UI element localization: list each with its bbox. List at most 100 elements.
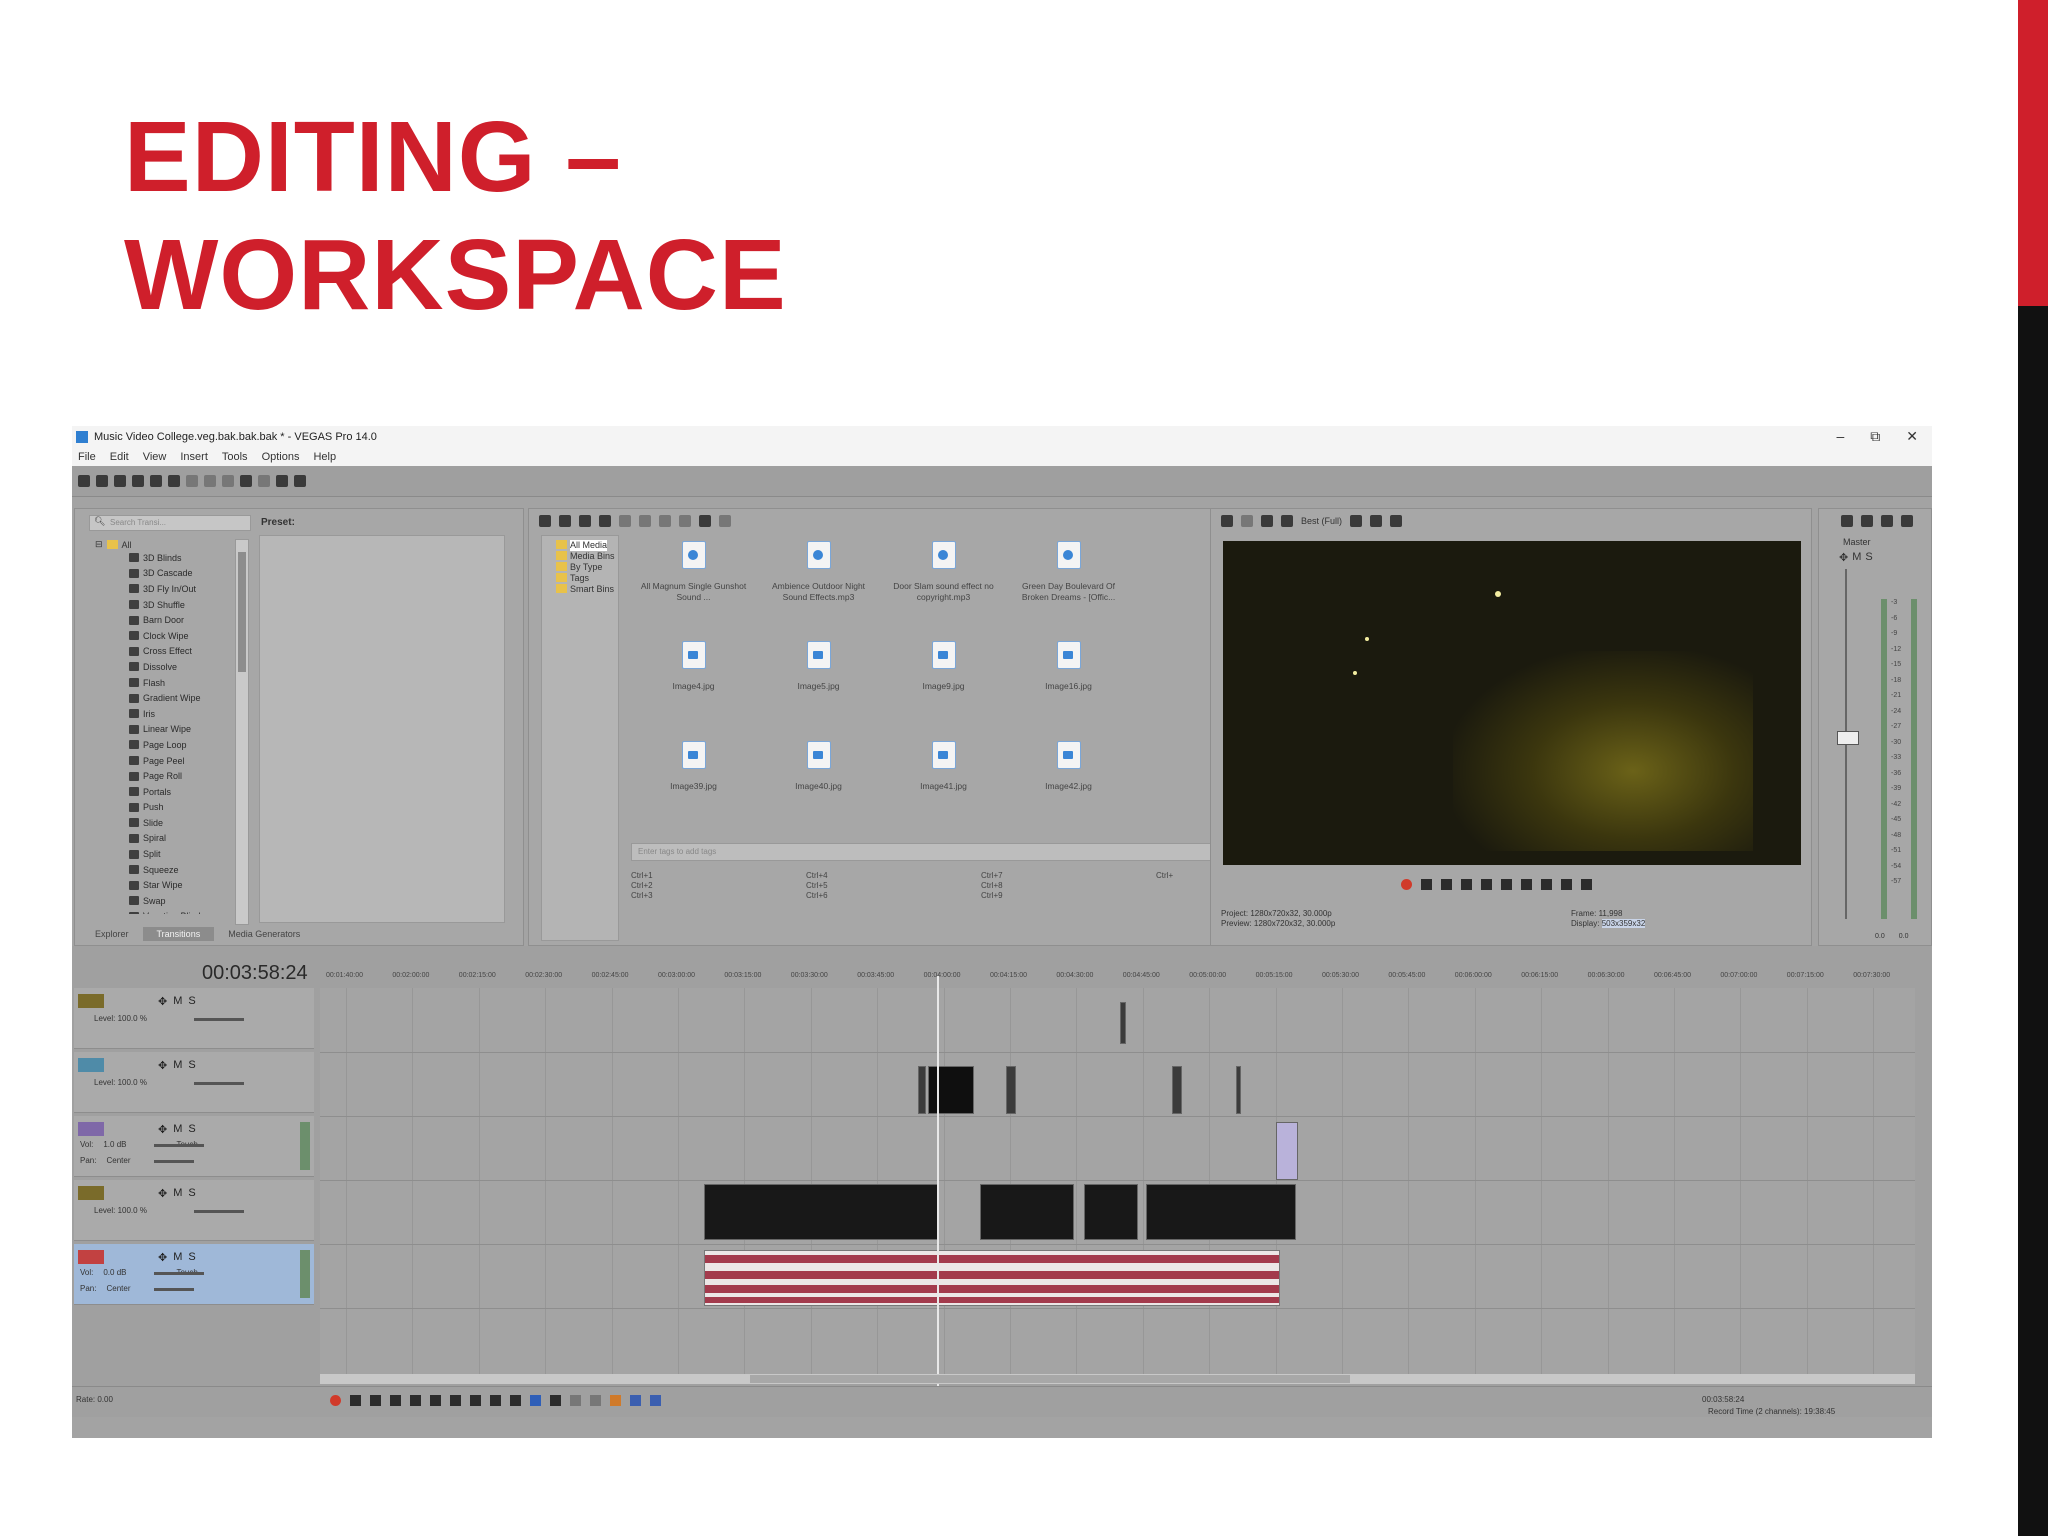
undo-icon[interactable]: [240, 475, 252, 487]
mute-button[interactable]: M: [173, 1123, 182, 1135]
media-item[interactable]: Image41.jpg: [881, 731, 1006, 827]
loop-icon[interactable]: [350, 1395, 361, 1406]
solo-button[interactable]: S: [188, 1187, 195, 1199]
video-clip[interactable]: [704, 1184, 938, 1240]
transition-item[interactable]: 3D Shuffle: [129, 597, 231, 613]
menu-insert[interactable]: Insert: [180, 451, 208, 463]
play-icon[interactable]: [390, 1395, 401, 1406]
open-icon[interactable]: [96, 475, 108, 487]
media-item[interactable]: Image5.jpg: [756, 631, 881, 727]
prev-frame-icon[interactable]: [1561, 879, 1572, 890]
transition-item[interactable]: Star Wipe: [129, 877, 231, 893]
redo-icon[interactable]: [258, 475, 270, 487]
bin-all-media[interactable]: All Media: [556, 540, 615, 551]
video-clip[interactable]: [1146, 1184, 1296, 1240]
tag-shortcut[interactable]: Ctrl+6: [806, 891, 981, 900]
marker-icon[interactable]: [610, 1395, 621, 1406]
level-slider[interactable]: [194, 1210, 244, 1213]
play-from-start-icon[interactable]: [370, 1395, 381, 1406]
record-icon[interactable]: [330, 1395, 341, 1406]
video-clip[interactable]: [1084, 1184, 1138, 1240]
stop-icon[interactable]: [430, 1395, 441, 1406]
mute-button[interactable]: M: [173, 1187, 182, 1199]
import-media-icon[interactable]: [539, 515, 551, 527]
play-media-icon[interactable]: [659, 515, 671, 527]
master-fader[interactable]: [1837, 731, 1859, 745]
transition-item[interactable]: Barn Door: [129, 612, 231, 628]
solo-button[interactable]: S: [188, 1251, 195, 1263]
normal-edit-tool-icon[interactable]: [530, 1395, 541, 1406]
audio-track-header[interactable]: ✥MSVol:0.0 dBTouchPan:Center: [74, 1244, 314, 1305]
transitions-scrollbar[interactable]: [235, 539, 249, 925]
prev-frame-icon[interactable]: [490, 1395, 501, 1406]
video-clip[interactable]: [1006, 1066, 1016, 1114]
cut-icon[interactable]: [186, 475, 198, 487]
menu-help[interactable]: Help: [313, 451, 336, 463]
properties-icon[interactable]: [168, 475, 180, 487]
media-item[interactable]: Image4.jpg: [631, 631, 756, 727]
media-search-icon[interactable]: [719, 515, 731, 527]
copy-icon[interactable]: [204, 475, 216, 487]
transition-item[interactable]: Gradient Wipe: [129, 690, 231, 706]
level-slider[interactable]: [194, 1018, 244, 1021]
track-fx-icon[interactable]: ✥: [158, 1059, 167, 1072]
level-slider[interactable]: [194, 1082, 244, 1085]
mute-button[interactable]: M: [173, 1251, 182, 1263]
media-item[interactable]: Ambience Outdoor Night Sound Effects.mp3: [756, 531, 881, 627]
copy-snapshot-icon[interactable]: [1370, 515, 1383, 527]
preview-properties-icon[interactable]: [1221, 515, 1233, 527]
save-snapshot-icon[interactable]: [1390, 515, 1403, 527]
video-track-header[interactable]: ✥ M S Level: 100.0 %: [74, 988, 314, 1049]
edit-tool-icon[interactable]: [276, 475, 288, 487]
tab-explorer[interactable]: Explorer: [81, 927, 143, 941]
transition-item[interactable]: Page Roll: [129, 768, 231, 784]
downmix-icon[interactable]: [1861, 515, 1873, 527]
video-track-header[interactable]: ✥ M S Level: 100.0 %: [74, 1180, 314, 1241]
go-to-end-icon[interactable]: [1541, 879, 1552, 890]
get-media-icon[interactable]: [579, 515, 591, 527]
restore-button[interactable]: ⧉: [1870, 428, 1880, 445]
media-item[interactable]: Door Slam sound effect no copyright.mp3: [881, 531, 1006, 627]
transition-item[interactable]: 3D Fly In/Out: [129, 581, 231, 597]
menu-edit[interactable]: Edit: [110, 451, 129, 463]
bin-smart-bins[interactable]: Smart Bins: [556, 584, 615, 595]
loop-icon[interactable]: [1421, 879, 1432, 890]
external-monitor-icon[interactable]: [1241, 515, 1253, 527]
overlays-icon[interactable]: [1350, 515, 1363, 527]
media-item[interactable]: Green Day Boulevard Of Broken Dreams - […: [1006, 531, 1131, 627]
transition-item[interactable]: Split: [129, 846, 231, 862]
pan-slider[interactable]: [154, 1160, 194, 1163]
minimize-button[interactable]: –: [1836, 428, 1844, 445]
master-mute[interactable]: M: [1852, 551, 1861, 564]
menu-tools[interactable]: Tools: [222, 451, 248, 463]
video-clip[interactable]: [1236, 1066, 1241, 1114]
tag-shortcut[interactable]: Ctrl+4: [806, 871, 981, 880]
play-icon[interactable]: [1461, 879, 1472, 890]
audio-event[interactable]: [1276, 1122, 1298, 1180]
pause-icon[interactable]: [410, 1395, 421, 1406]
preview-fx-icon[interactable]: [1261, 515, 1273, 527]
next-frame-icon[interactable]: [510, 1395, 521, 1406]
master-solo[interactable]: S: [1865, 551, 1872, 564]
transition-item[interactable]: Flash: [129, 675, 231, 691]
scroll-thumb[interactable]: [238, 552, 246, 672]
save-as-icon[interactable]: [132, 475, 144, 487]
track-fx-icon[interactable]: ✥: [158, 995, 167, 1008]
tag-shortcut[interactable]: Ctrl+8: [981, 881, 1156, 890]
record-icon[interactable]: [1401, 879, 1412, 890]
snapping-icon[interactable]: [630, 1395, 641, 1406]
media-item[interactable]: Image16.jpg: [1006, 631, 1131, 727]
go-to-end-icon[interactable]: [470, 1395, 481, 1406]
transition-item[interactable]: Venetian Blinds: [129, 909, 231, 914]
go-to-start-icon[interactable]: [450, 1395, 461, 1406]
render-icon[interactable]: [150, 475, 162, 487]
transition-item[interactable]: Spiral: [129, 831, 231, 847]
split-icon[interactable]: [570, 1395, 581, 1406]
auto-preview-icon[interactable]: [639, 515, 651, 527]
track-fx-icon[interactable]: ✥: [158, 1251, 167, 1264]
transition-item[interactable]: 3D Blinds: [129, 550, 231, 566]
tab-media-generators[interactable]: Media Generators: [214, 927, 314, 941]
stop-icon[interactable]: [1501, 879, 1512, 890]
next-frame-icon[interactable]: [1581, 879, 1592, 890]
play-from-start-icon[interactable]: [1441, 879, 1452, 890]
